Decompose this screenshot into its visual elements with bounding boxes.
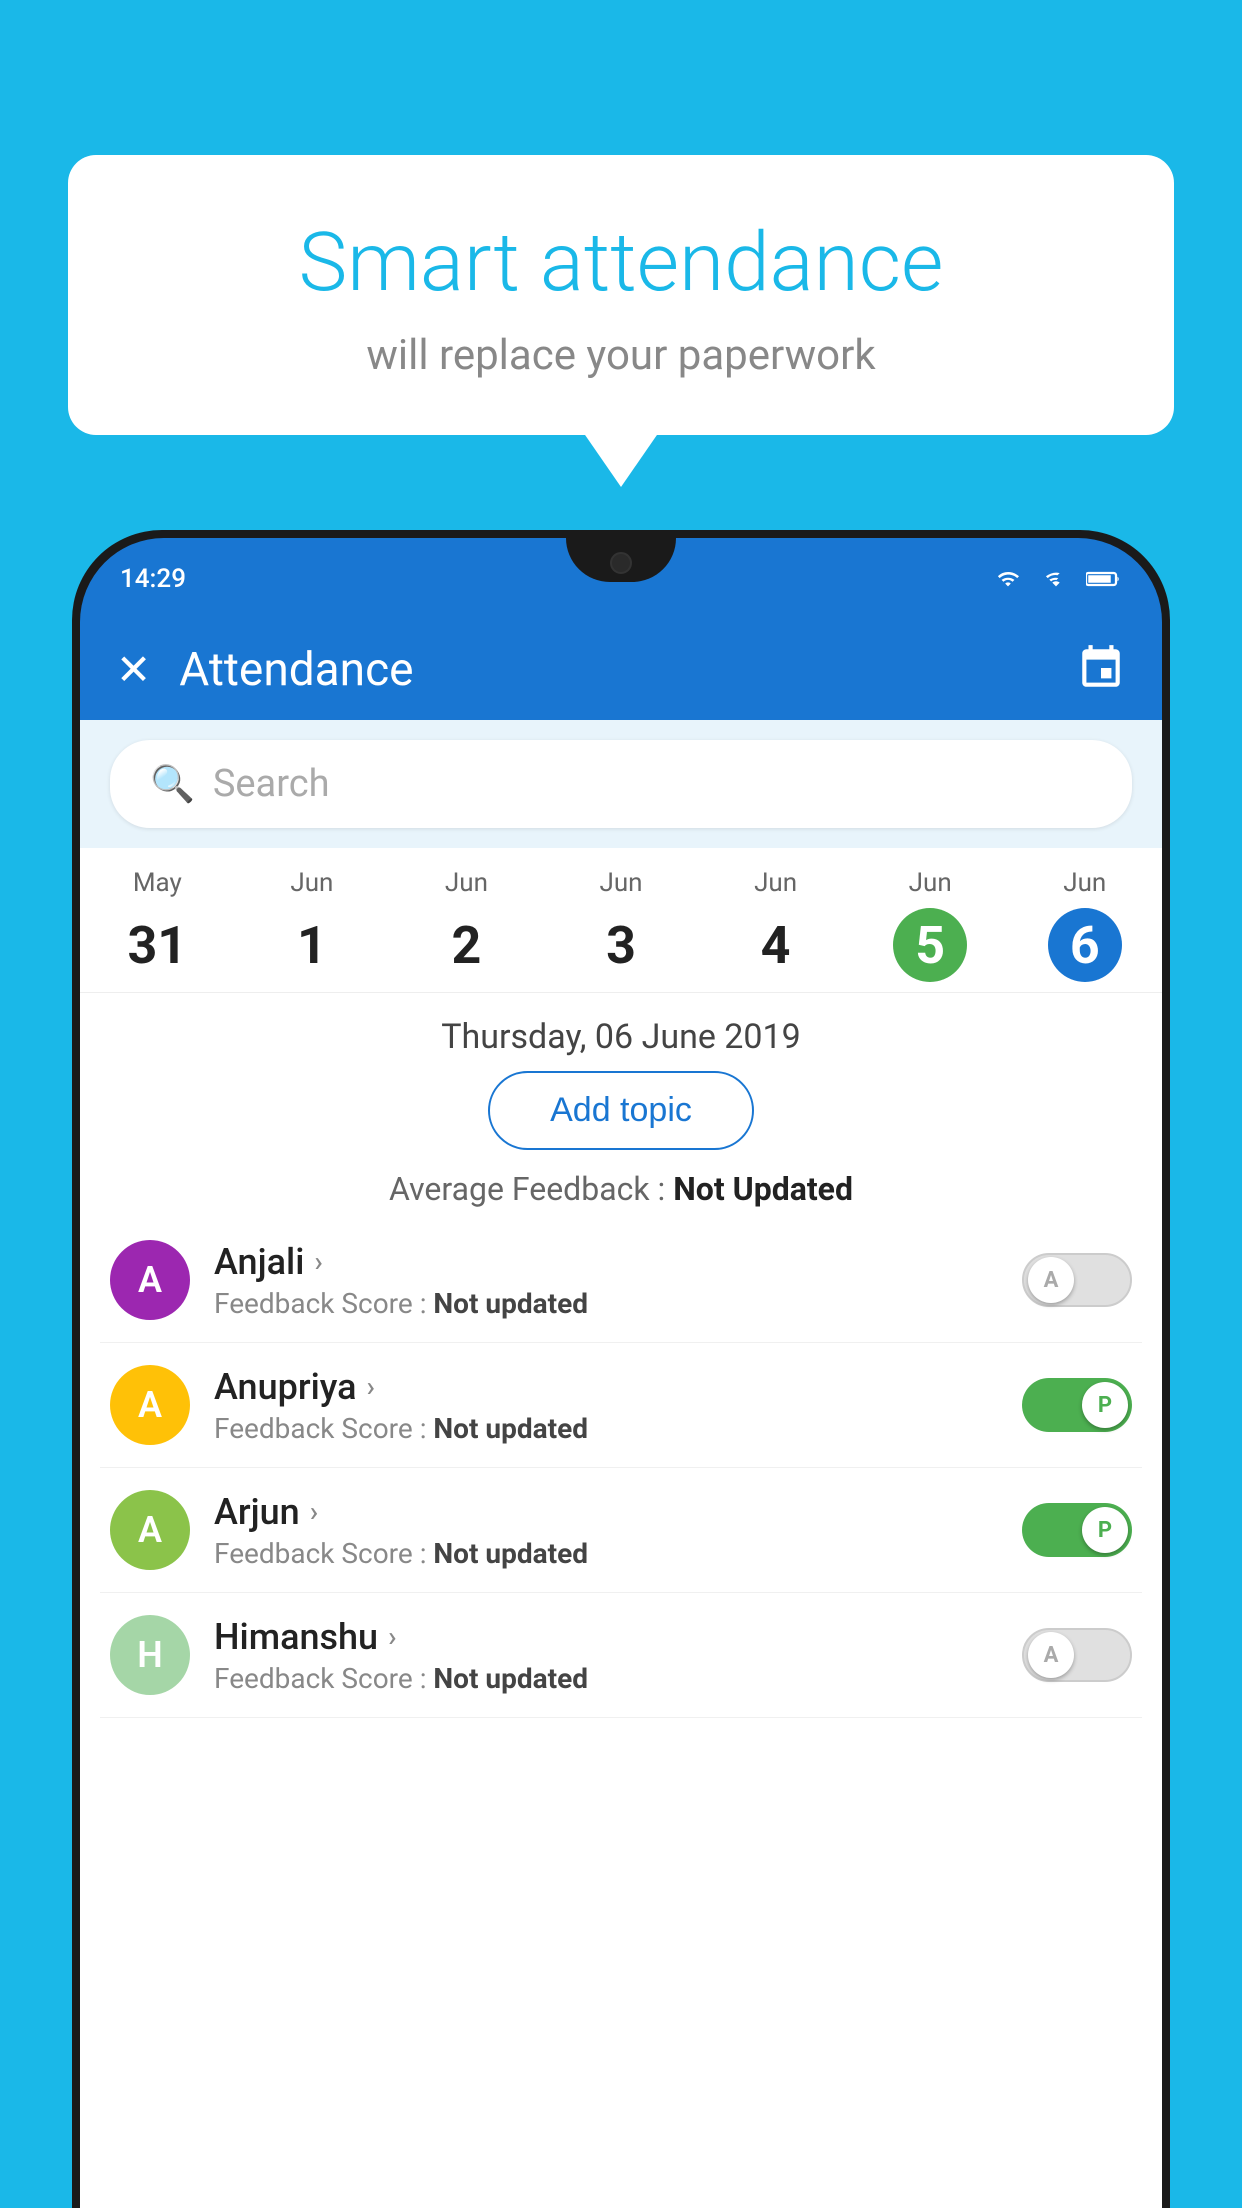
student-name: Himanshu › [214, 1616, 1022, 1658]
screen-content: 🔍 Search May31Jun1Jun2Jun3Jun4Jun5Jun6 T… [80, 720, 1162, 2208]
speech-bubble-container: Smart attendance will replace your paper… [68, 155, 1174, 435]
calendar-strip: May31Jun1Jun2Jun3Jun4Jun5Jun6 [80, 848, 1162, 993]
speech-bubble-title: Smart attendance [118, 215, 1124, 311]
calendar-day[interactable]: Jun3 [544, 868, 699, 982]
add-topic-button[interactable]: Add topic [488, 1071, 754, 1150]
attendance-toggle[interactable]: P [1022, 1378, 1132, 1432]
student-name: Anupriya › [214, 1366, 1022, 1408]
avg-feedback-label: Average Feedback : [389, 1170, 673, 1208]
phone-inner: 14:29 ✕ Attendance [80, 538, 1162, 2208]
student-item[interactable]: A Arjun › Feedback Score : Not updated P [100, 1468, 1142, 1593]
wifi-icon [990, 568, 1026, 590]
toggle-knob: A [1028, 1257, 1074, 1303]
student-feedback: Feedback Score : Not updated [214, 1287, 1022, 1320]
student-feedback: Feedback Score : Not updated [214, 1537, 1022, 1570]
student-feedback: Feedback Score : Not updated [214, 1412, 1022, 1445]
search-bar[interactable]: 🔍 Search [110, 740, 1132, 828]
phone-frame: 14:29 ✕ Attendance [72, 530, 1170, 2208]
student-avatar: A [110, 1490, 190, 1570]
student-info: Anupriya › Feedback Score : Not updated [214, 1366, 1022, 1445]
attendance-toggle[interactable]: A [1022, 1628, 1132, 1682]
student-info: Arjun › Feedback Score : Not updated [214, 1491, 1022, 1570]
student-list: AAnjali ›Feedback Score : Not updatedAAA… [80, 1218, 1162, 1718]
search-icon: 🔍 [150, 763, 195, 805]
speech-bubble-subtitle: will replace your paperwork [118, 331, 1124, 380]
toggle-knob: P [1082, 1507, 1128, 1553]
toggle-knob: A [1028, 1632, 1074, 1678]
student-item[interactable]: H Himanshu › Feedback Score : Not updatedA [100, 1593, 1142, 1718]
student-name: Arjun › [214, 1491, 1022, 1533]
camera-dot [610, 552, 632, 574]
notch-cutout [566, 538, 676, 582]
student-item[interactable]: A Anupriya › Feedback Score : Not updated P [100, 1343, 1142, 1468]
battery-icon [1086, 568, 1122, 590]
student-avatar: A [110, 1240, 190, 1320]
chevron-icon: › [310, 1495, 318, 1528]
chevron-icon: › [367, 1370, 375, 1403]
search-input[interactable]: Search [213, 762, 330, 806]
selected-date: Thursday, 06 June 2019 [80, 993, 1162, 1071]
student-avatar: A [110, 1365, 190, 1445]
student-item[interactable]: AAnjali ›Feedback Score : Not updatedA [100, 1218, 1142, 1343]
avg-feedback-value: Not Updated [673, 1170, 853, 1208]
student-info: Himanshu › Feedback Score : Not updated [214, 1616, 1022, 1695]
status-bar: 14:29 [80, 538, 1162, 620]
attendance-toggle[interactable]: P [1022, 1503, 1132, 1557]
chevron-icon: › [314, 1245, 322, 1278]
avg-feedback: Average Feedback : Not Updated [80, 1170, 1162, 1208]
student-feedback: Feedback Score : Not updated [214, 1662, 1022, 1695]
speech-bubble: Smart attendance will replace your paper… [68, 155, 1174, 435]
calendar-day[interactable]: Jun6 [1007, 868, 1162, 982]
calendar-icon[interactable] [1076, 643, 1126, 697]
student-avatar: H [110, 1615, 190, 1695]
calendar-day[interactable]: Jun5 [853, 868, 1008, 982]
calendar-day[interactable]: Jun1 [235, 868, 390, 982]
calendar-day[interactable]: May31 [80, 868, 235, 982]
close-button[interactable]: ✕ [116, 645, 151, 695]
status-icons [990, 568, 1122, 590]
calendar-day[interactable]: Jun2 [389, 868, 544, 982]
chevron-icon: › [388, 1620, 396, 1653]
app-header: ✕ Attendance [80, 620, 1162, 720]
attendance-toggle[interactable]: A [1022, 1253, 1132, 1307]
student-name: Anjali › [214, 1241, 1022, 1283]
toggle-knob: P [1082, 1382, 1128, 1428]
student-info: Anjali › Feedback Score : Not updated [214, 1241, 1022, 1320]
header-title: Attendance [179, 643, 1076, 697]
search-container: 🔍 Search [80, 720, 1162, 848]
calendar-day[interactable]: Jun4 [698, 868, 853, 982]
status-time: 14:29 [120, 564, 186, 594]
signal-icon [1038, 568, 1074, 590]
